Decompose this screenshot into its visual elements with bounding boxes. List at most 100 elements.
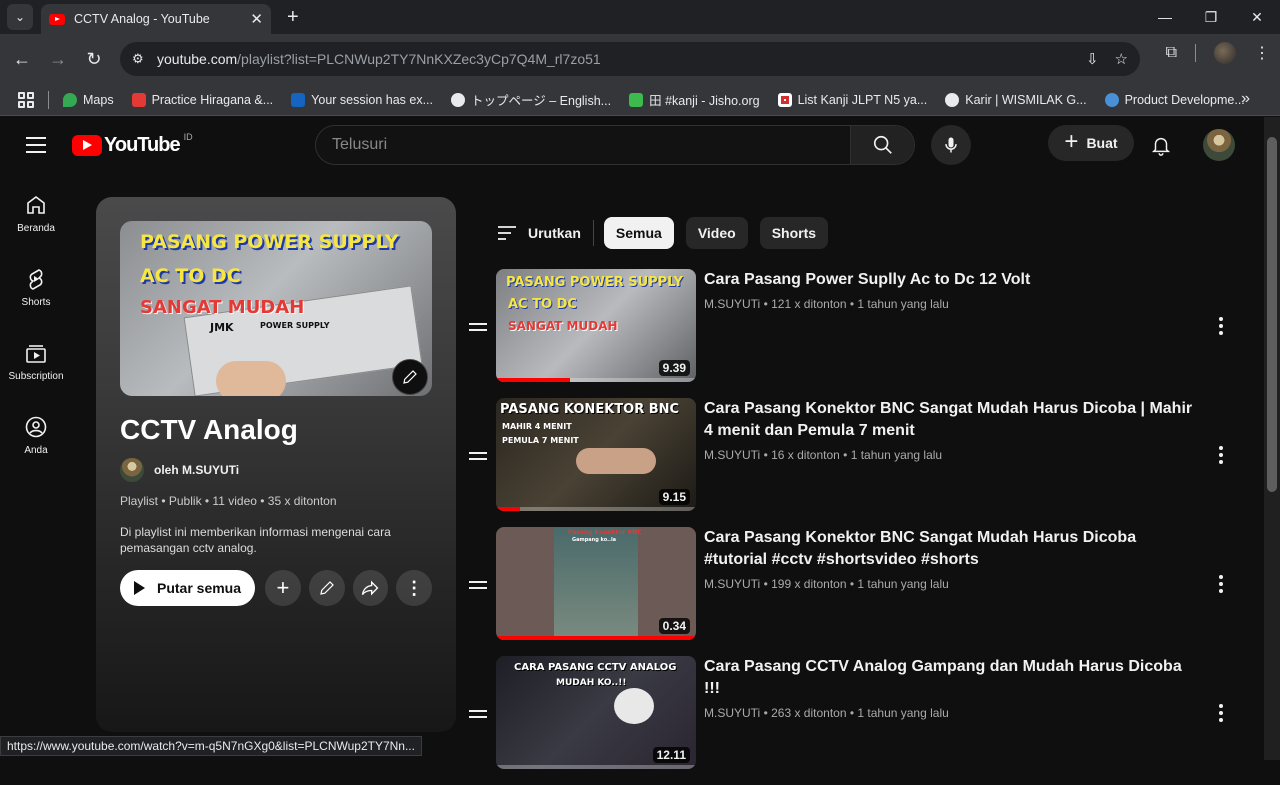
playlist-owner[interactable]: oleh M.SUYUTi — [120, 458, 432, 482]
browser-tab[interactable]: CCTV Analog - YouTube ✕ — [41, 4, 271, 34]
bookmark-item[interactable]: 田 #kanji - Jisho.org — [629, 90, 760, 109]
omnibox[interactable]: ⚙ youtube.com/playlist?list=PLCNWup2TY7N… — [120, 42, 1140, 76]
playlist-video-row[interactable]: PASANG KONEKTOR BNC MAHIR 4 MENIT PEMULA… — [466, 398, 1246, 527]
chip-all[interactable]: Semua — [603, 217, 674, 249]
create-button[interactable]: + Buat — [1048, 125, 1134, 161]
video-meta: M.SUYUTi • 121 x ditonton • 1 tahun yang… — [704, 297, 949, 311]
video-thumbnail[interactable]: PASANG KONEKTOR BNC MAHIR 4 MENIT PEMULA… — [496, 398, 696, 511]
guide-item-you[interactable]: Anda — [0, 395, 72, 469]
account-avatar[interactable] — [1203, 129, 1235, 161]
thumb-caption: Gampang ko..la — [572, 537, 617, 543]
chevron-right-icon[interactable]: » — [1241, 90, 1250, 108]
share-button[interactable] — [352, 570, 389, 606]
playlist-video-row[interactable]: PASANG POWER SUPPLY AC TO DC SANGAT MUDA… — [466, 269, 1246, 398]
channel-name[interactable]: M.SUYUTi — [704, 706, 760, 720]
search-box[interactable]: Telusuri — [315, 125, 915, 165]
voice-search-button[interactable] — [931, 125, 971, 165]
guide-item-shorts[interactable]: Shorts — [0, 247, 72, 321]
duration-badge: 9.39 — [658, 360, 690, 376]
search-button[interactable] — [850, 126, 914, 164]
menu-icon[interactable] — [26, 137, 46, 153]
bookmark-star-icon[interactable]: ☆ — [1115, 50, 1128, 68]
more-actions-button[interactable]: ⋮ — [396, 570, 433, 606]
video-title[interactable]: Cara Pasang Power Suplly Ac to Dc 12 Vol… — [704, 269, 1194, 291]
play-all-button[interactable]: Putar semua — [120, 570, 256, 606]
notifications-button[interactable] — [1150, 133, 1172, 162]
playlist-thumbnail[interactable]: PASANG POWER SUPPLY AC TO DC SANGAT MUDA… — [120, 221, 432, 396]
toolbar-divider — [1195, 44, 1196, 62]
video-meta: M.SUYUTi • 263 x ditonton • 1 tahun yang… — [704, 706, 949, 720]
channel-name[interactable]: M.SUYUTi — [704, 448, 760, 462]
channel-name[interactable]: M.SUYUTi — [704, 577, 760, 591]
edit-button[interactable] — [308, 570, 345, 606]
profile-avatar[interactable] — [1214, 42, 1236, 64]
hand-image — [216, 361, 286, 396]
sort-button[interactable]: Urutkan — [496, 224, 581, 242]
drag-handle-icon[interactable] — [469, 323, 487, 331]
video-title[interactable]: Cara Pasang Konektor BNC Sangat Mudah Ha… — [704, 398, 1194, 442]
thumb-caption: PASANG KONEKTOR BNC — [500, 402, 680, 417]
restore-icon[interactable]: ❐ — [1188, 0, 1234, 34]
chip-shorts[interactable]: Shorts — [759, 217, 829, 249]
bookmark-item[interactable]: Product Developme... — [1104, 92, 1245, 107]
scrollbar-thumb[interactable] — [1267, 137, 1277, 492]
bookmark-item[interactable]: トップページ – English... — [451, 90, 611, 109]
more-vert-icon: ⋮ — [405, 577, 424, 598]
more-vert-icon[interactable] — [1218, 575, 1224, 593]
video-meta: M.SUYUTi • 16 x ditonton • 1 tahun yang … — [704, 448, 943, 462]
chip-video[interactable]: Video — [685, 217, 748, 249]
playlist-video-row[interactable]: Pasang Konektor BNC Gampang ko..la 0.34 … — [466, 527, 1246, 656]
bookmark-item[interactable]: List Kanji JLPT N5 ya... — [777, 92, 927, 107]
video-thumbnail[interactable]: Pasang Konektor BNC Gampang ko..la 0.34 — [496, 527, 696, 640]
drag-handle-icon[interactable] — [469, 710, 487, 718]
more-vert-icon[interactable] — [1218, 446, 1224, 464]
minimize-icon[interactable]: — — [1142, 0, 1188, 34]
drag-handle-icon[interactable] — [469, 581, 487, 589]
pencil-icon — [319, 581, 334, 595]
youtube-logo[interactable]: YouTube ID — [72, 132, 193, 157]
chrome-menu-icon[interactable]: ⋮ — [1254, 43, 1270, 63]
guide-item-home[interactable]: Beranda — [0, 173, 72, 247]
link-status-bar: https://www.youtube.com/watch?v=m-q5N7nG… — [0, 736, 422, 756]
bookmark-item[interactable]: Karir | WISMILAK G... — [945, 92, 1087, 107]
plus-icon: + — [1064, 128, 1079, 155]
add-button[interactable]: + — [265, 570, 301, 606]
share-icon — [362, 580, 379, 596]
logo-wordmark: YouTube — [104, 134, 181, 156]
mini-guide: Beranda Shorts Subscription Anda — [0, 173, 72, 469]
close-window-icon[interactable]: ✕ — [1234, 0, 1280, 34]
tab-search-button[interactable]: ⌄ — [7, 4, 33, 30]
guide-item-subscriptions[interactable]: Subscription — [0, 321, 72, 395]
bookmark-item[interactable]: Maps — [63, 92, 114, 107]
apps-icon[interactable] — [18, 91, 34, 108]
search-input[interactable]: Telusuri — [316, 126, 850, 164]
more-vert-icon[interactable] — [1218, 317, 1224, 335]
reload-icon[interactable]: ↻ — [76, 49, 112, 70]
search-icon — [873, 135, 892, 154]
forward-icon[interactable]: → — [40, 49, 76, 70]
bookmark-favicon-icon — [291, 92, 306, 107]
drag-handle-icon[interactable] — [469, 452, 487, 460]
more-vert-icon[interactable] — [1218, 704, 1224, 722]
owner-avatar[interactable] — [120, 458, 144, 482]
video-title[interactable]: Cara Pasang CCTV Analog Gampang dan Muda… — [704, 656, 1194, 700]
video-thumbnail[interactable]: CARA PASANG CCTV ANALOG MUDAH KO..!! 12.… — [496, 656, 696, 769]
channel-name[interactable]: M.SUYUTi — [704, 297, 760, 311]
playlist-video-row[interactable]: CARA PASANG CCTV ANALOG MUDAH KO..!! 12.… — [466, 656, 1246, 785]
video-info: Cara Pasang Konektor BNC Sangat Mudah Ha… — [704, 398, 1194, 462]
install-app-icon[interactable]: ⇩ — [1086, 50, 1099, 68]
back-icon[interactable]: ← — [4, 49, 40, 70]
video-title[interactable]: Cara Pasang Konektor BNC Sangat Mudah Ha… — [704, 527, 1194, 571]
edit-thumbnail-button[interactable] — [392, 359, 428, 395]
close-tab-icon[interactable]: ✕ — [250, 10, 263, 28]
playlist-description[interactable]: Di playlist ini memberikan informasi men… — [120, 524, 410, 556]
duration-badge: 12.11 — [652, 747, 690, 763]
page-scrollbar[interactable] — [1264, 117, 1280, 760]
video-thumbnail[interactable]: PASANG POWER SUPPLY AC TO DC SANGAT MUDA… — [496, 269, 696, 382]
extensions-icon[interactable]: ⧉ — [1166, 44, 1177, 62]
bookmark-item[interactable]: Practice Hiragana &... — [131, 92, 273, 107]
bookmark-item[interactable]: Your session has ex... — [291, 92, 433, 107]
new-tab-icon[interactable]: + — [287, 6, 299, 29]
site-info-icon[interactable]: ⚙ — [132, 51, 152, 67]
url-text[interactable]: youtube.com/playlist?list=PLCNWup2TY7NnK… — [157, 51, 601, 67]
